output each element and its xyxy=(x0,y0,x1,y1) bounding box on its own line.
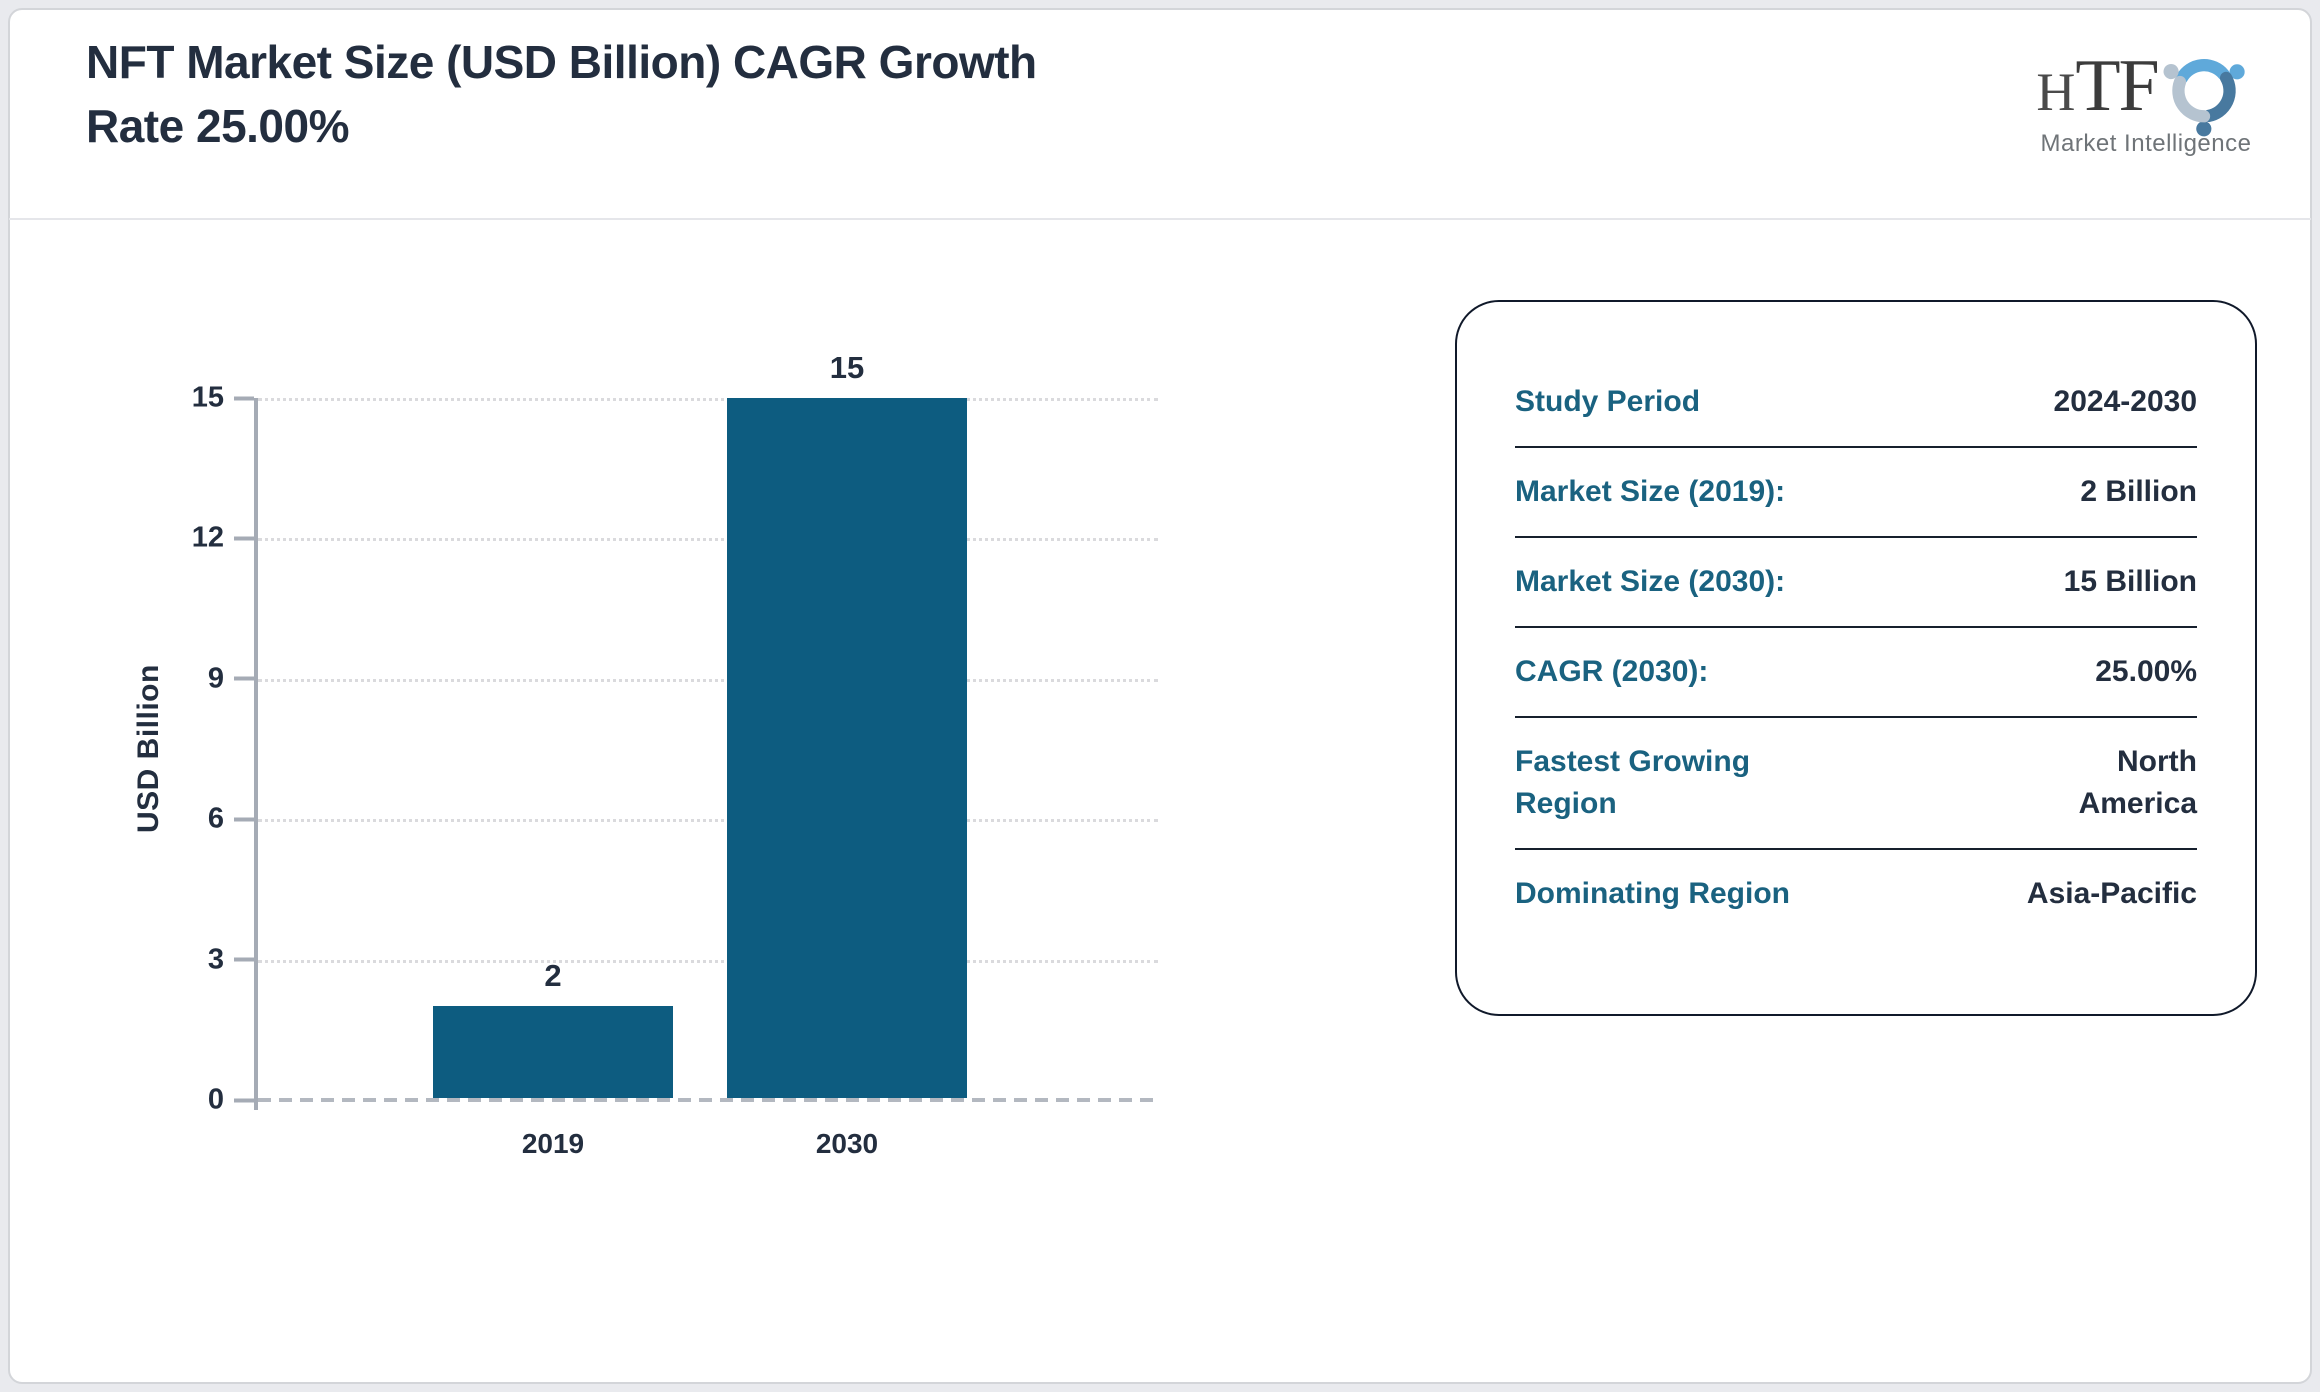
gridline-3 xyxy=(258,959,1158,963)
y-tick-mark xyxy=(234,957,254,962)
y-tick-label-6: 6 xyxy=(207,802,224,835)
summary-value: North America xyxy=(2078,745,2197,820)
htf-logo-letters-tf: TF xyxy=(2075,45,2159,127)
y-tick-label-0: 0 xyxy=(207,1083,224,1116)
page-title: NFT Market Size (USD Billion) CAGR Growt… xyxy=(86,30,1037,158)
htf-logo-wordmark: H TF xyxy=(2036,45,2159,127)
gridline-12 xyxy=(258,538,1158,542)
bar-group-2030: 15 xyxy=(727,350,967,1100)
y-tick-label-15: 15 xyxy=(191,381,224,414)
htf-logo-tagline: Market Intelligence xyxy=(2040,130,2252,157)
summary-row-study-period: Study Period 2024-2030 xyxy=(1515,358,2197,448)
people-swirl-icon xyxy=(2163,59,2245,137)
summary-row-fastest-growing-region: Fastest Growing Region North America xyxy=(1515,718,2197,850)
page-title-line1: NFT Market Size (USD Billion) CAGR Growt… xyxy=(86,36,1037,88)
summary-label: Study Period xyxy=(1515,385,1701,418)
summary-label: CAGR (2030): xyxy=(1515,655,1709,688)
y-tick-15: 15 xyxy=(144,382,254,415)
y-tick-mark xyxy=(234,536,254,541)
summary-value: 2024-2030 xyxy=(2053,385,2197,418)
htf-logo-letter-h: H xyxy=(2036,62,2076,122)
summary-row-market-size-2030: Market Size (2030): 15 Billion xyxy=(1515,538,2197,628)
y-tick-6: 6 xyxy=(144,803,254,836)
summary-value: 25.00% xyxy=(2095,655,2197,688)
x-tick-label-2030: 2030 xyxy=(815,1128,879,1159)
bar-2019 xyxy=(433,1006,673,1100)
bar-value-2030: 15 xyxy=(829,350,865,385)
summary-row-cagr: CAGR (2030): 25.00% xyxy=(1515,628,2197,718)
y-axis-title: USD Billion xyxy=(132,664,165,834)
summary-row-dominating-region: Dominating Region Asia-Pacific xyxy=(1515,850,2197,938)
htf-logo-top: H TF xyxy=(2028,34,2264,138)
page-title-line2: Rate 25.00% xyxy=(86,100,349,152)
y-tick-label-9: 9 xyxy=(207,662,224,695)
summary-row-market-size-2019: Market Size (2019): 2 Billion xyxy=(1515,448,2197,538)
htf-logo: H TF Market Intelligence xyxy=(2028,34,2264,158)
y-tick-mark xyxy=(234,396,254,400)
y-axis-line xyxy=(254,398,258,1110)
summary-label: Dominating Region xyxy=(1515,877,1790,910)
gridline-15 xyxy=(258,398,1158,401)
y-tick-label-3: 3 xyxy=(207,943,224,976)
summary-label: Fastest Growing Region xyxy=(1515,745,1751,820)
summary-label: Market Size (2030): xyxy=(1515,565,1786,598)
y-tick-12: 12 xyxy=(144,522,254,555)
x-axis-line xyxy=(258,1098,1158,1102)
summary-panel: Study Period 2024-2030 Market Size (2019… xyxy=(1455,300,2257,1016)
gridline-6 xyxy=(258,819,1158,823)
y-tick-3: 3 xyxy=(144,943,254,976)
bar-value-2019: 2 xyxy=(544,958,562,994)
y-tick-mark xyxy=(234,676,254,681)
bar-group-2019: 2 xyxy=(433,958,673,1100)
y-tick-mark xyxy=(234,1098,254,1102)
summary-value: 2 Billion xyxy=(2080,475,2197,508)
header-divider xyxy=(9,218,2311,220)
x-tick-label-2019: 2019 xyxy=(521,1128,585,1159)
y-tick-9: 9 xyxy=(144,662,254,695)
bar-2030 xyxy=(727,398,967,1100)
summary-value: 15 Billion xyxy=(2063,565,2197,598)
bar-chart: USD Billion 15 12 9 6 3 0 2 15 2019 2030 xyxy=(132,350,1158,1159)
summary-label: Market Size (2019): xyxy=(1515,475,1786,508)
summary-value: Asia-Pacific xyxy=(2026,877,2197,910)
gridline-9 xyxy=(258,678,1158,682)
y-tick-mark xyxy=(234,817,254,822)
y-tick-label-12: 12 xyxy=(191,521,224,554)
y-tick-0: 0 xyxy=(144,1084,254,1117)
